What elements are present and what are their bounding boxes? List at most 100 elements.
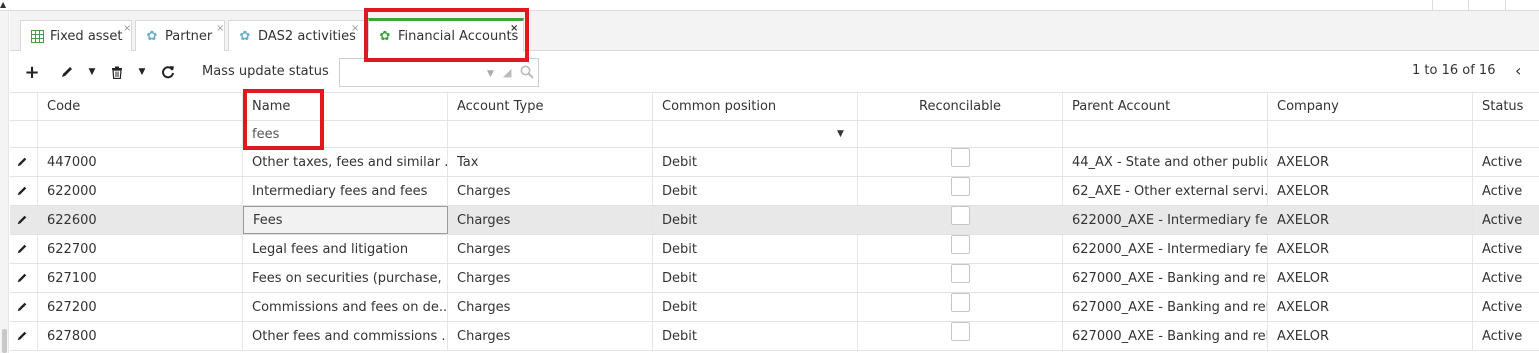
- chevron-down-icon[interactable]: ▼: [86, 62, 98, 82]
- cell-common-position: Debit: [653, 177, 858, 205]
- left-scrollbar[interactable]: [0, 11, 9, 353]
- column-header-company[interactable]: Company: [1268, 93, 1473, 120]
- filter-status-input[interactable]: [1473, 121, 1539, 147]
- close-icon[interactable]: ×: [351, 24, 359, 34]
- cell-company: AXELOR: [1268, 322, 1473, 350]
- filter-spacer: [10, 121, 38, 147]
- cell-status: Active: [1482, 270, 1523, 286]
- cell-status: Active: [1482, 299, 1523, 315]
- add-icon[interactable]: +: [24, 62, 40, 83]
- refresh-icon[interactable]: [160, 62, 176, 82]
- cell-status: Active: [1482, 183, 1523, 199]
- eraser-icon[interactable]: ◢: [503, 66, 511, 79]
- cell-status: Active: [1482, 154, 1523, 170]
- cell-status: Active: [1482, 212, 1523, 228]
- gear-icon: ✿: [239, 28, 251, 44]
- column-header-reconcilable[interactable]: Reconcilable: [858, 93, 1063, 120]
- reconcilable-checkbox[interactable]: [950, 235, 970, 254]
- column-header-label: Common position: [662, 99, 777, 114]
- edit-row-icon[interactable]: [10, 235, 38, 263]
- cell-code: 622000: [38, 177, 243, 205]
- column-header-code[interactable]: Code: [38, 93, 243, 120]
- toolbar: + ▼ ▼ Mass update status ▼ ◢ 1 to 16 of …: [10, 52, 1539, 92]
- scrollbar-thumb[interactable]: [2, 329, 7, 353]
- cell-parent-account: 627000_AXE - Banking and rel...: [1063, 293, 1268, 321]
- table-row[interactable]: 447000 Other taxes, fees and similar ... T…: [10, 148, 1539, 177]
- filter-parent-account-input[interactable]: [1063, 121, 1268, 147]
- cell-code: 627800: [38, 322, 243, 350]
- reconcilable-checkbox[interactable]: [950, 206, 970, 225]
- filter-account-type-input[interactable]: [448, 121, 653, 147]
- cell-company: AXELOR: [1268, 235, 1473, 263]
- gear-icon: ✿: [146, 28, 158, 44]
- column-header-common-position[interactable]: Common position: [653, 93, 858, 120]
- cell-reconcilable: [858, 293, 1063, 321]
- cell-account-type: Charges: [448, 206, 653, 234]
- chevron-down-icon[interactable]: ▼: [487, 69, 494, 79]
- filter-common-position-select[interactable]: ▼: [653, 121, 858, 147]
- close-icon[interactable]: ×: [216, 24, 224, 34]
- tab-fixed-asset[interactable]: Fixed asset ×: [20, 20, 132, 51]
- edit-row-icon[interactable]: [10, 264, 38, 292]
- table-row[interactable]: 622700 Legal fees and litigation Charges De…: [10, 235, 1539, 264]
- reconcilable-checkbox[interactable]: [950, 264, 970, 283]
- table-row[interactable]: 627800 Other fees and commissions ... Char…: [10, 322, 1539, 351]
- filter-company-input[interactable]: [1268, 121, 1473, 147]
- cell-name: Fees: [243, 206, 448, 234]
- column-header-label: Status: [1482, 99, 1524, 114]
- column-header-label: Reconcilable: [919, 99, 1001, 114]
- cell-parent-account: 627000_AXE - Banking and rel...: [1063, 322, 1268, 350]
- cell-reconcilable: [858, 235, 1063, 263]
- search-icon[interactable]: [520, 65, 534, 83]
- chevron-down-icon[interactable]: ▼: [837, 129, 844, 139]
- cell-account-type: Charges: [448, 235, 653, 263]
- mass-update-select[interactable]: ▼ ◢: [339, 58, 539, 87]
- reconcilable-checkbox[interactable]: [950, 293, 970, 312]
- cell-account-type: Charges: [448, 322, 653, 350]
- chevron-down-icon[interactable]: ▼: [136, 62, 148, 82]
- cell-company: AXELOR: [1268, 264, 1473, 292]
- trash-icon[interactable]: [109, 62, 125, 82]
- cell-code: 627100: [38, 264, 243, 292]
- cell-code: 627200: [38, 293, 243, 321]
- filter-reconcilable[interactable]: [858, 121, 1063, 147]
- table-row[interactable]: 622600 Fees Charges Debit 622000_AXE - Inter…: [10, 206, 1539, 235]
- reconcilable-checkbox[interactable]: [950, 177, 970, 196]
- column-header-label: Account Type: [457, 99, 544, 114]
- cell-common-position: Debit: [653, 264, 858, 292]
- cell-name: Other taxes, fees and similar ...: [243, 148, 448, 176]
- cell-account-type: Charges: [448, 177, 653, 205]
- tab-bar: Fixed asset × ✿ Partner × ✿ DAS2 activit…: [10, 11, 1539, 52]
- edit-row-icon[interactable]: [10, 322, 38, 350]
- cell-status: Active: [1482, 241, 1523, 257]
- table-row[interactable]: 627100 Fees on securities (purchase, ... C…: [10, 264, 1539, 293]
- filter-code-input[interactable]: [38, 121, 243, 147]
- edit-row-icon[interactable]: [10, 206, 38, 234]
- column-header-status[interactable]: Status: [1473, 93, 1539, 120]
- table-row[interactable]: 622000 Intermediary fees and fees Charges D…: [10, 177, 1539, 206]
- cell-reconcilable: [858, 148, 1063, 176]
- tab-partner[interactable]: ✿ Partner ×: [135, 20, 225, 51]
- cell-account-type: Tax: [448, 148, 653, 176]
- table-row[interactable]: 627200 Commissions and fees on de... Charg…: [10, 293, 1539, 322]
- top-strip: ▲: [0, 0, 1539, 11]
- cell-name: Commissions and fees on de...: [243, 293, 448, 321]
- cell-parent-account: 622000_AXE - Intermediary fe...: [1063, 206, 1268, 234]
- column-header-parent-account[interactable]: Parent Account: [1063, 93, 1268, 120]
- column-header-label: Company: [1277, 99, 1339, 114]
- cell-parent-account: 44_AX - State and other public: [1063, 148, 1268, 176]
- filter-row: fees ▼: [10, 121, 1539, 148]
- close-icon[interactable]: ×: [123, 24, 131, 34]
- cell-company: AXELOR: [1268, 177, 1473, 205]
- edit-icon[interactable]: [58, 62, 76, 82]
- reconcilable-checkbox[interactable]: [950, 148, 970, 167]
- chevron-left-icon[interactable]: ‹: [1515, 61, 1521, 80]
- edit-row-icon[interactable]: [10, 293, 38, 321]
- edit-row-icon[interactable]: [10, 148, 38, 176]
- edit-row-icon[interactable]: [10, 177, 38, 205]
- tab-das2-activities[interactable]: ✿ DAS2 activities ×: [228, 20, 366, 51]
- cell-name: Fees on securities (purchase, ...: [243, 264, 448, 292]
- cell-company: AXELOR: [1268, 148, 1473, 176]
- reconcilable-checkbox[interactable]: [950, 322, 970, 341]
- column-header-account-type[interactable]: Account Type: [448, 93, 653, 120]
